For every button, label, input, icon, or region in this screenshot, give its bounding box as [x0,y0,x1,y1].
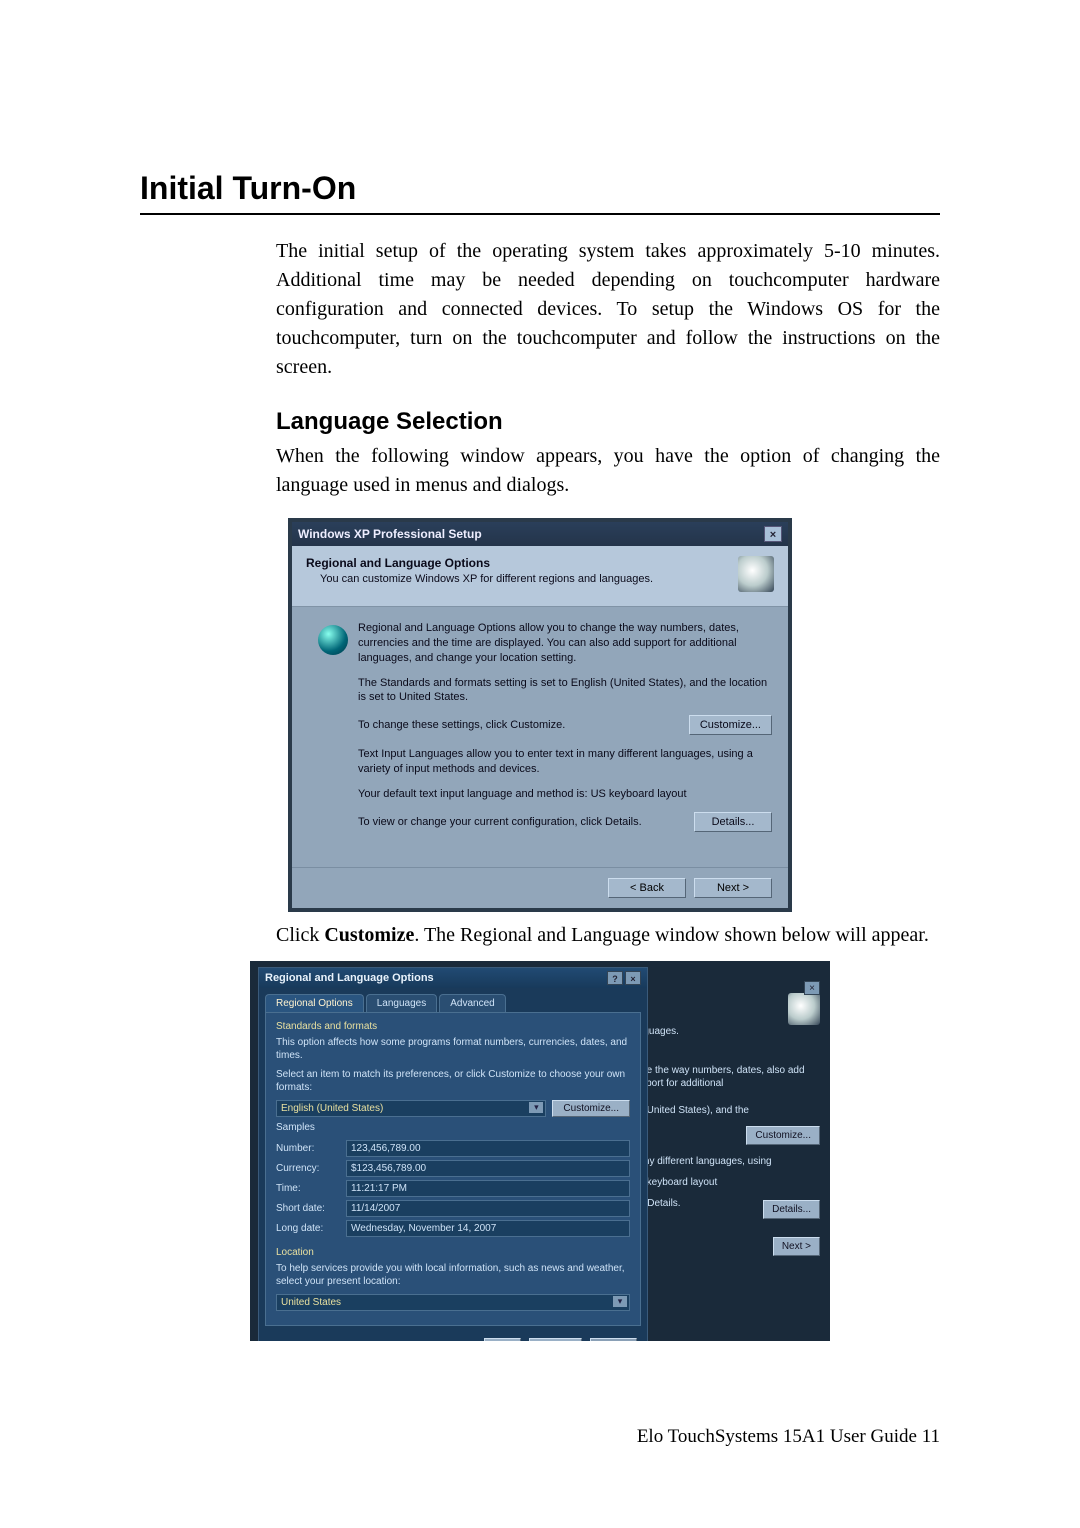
sample-label-time: Time: [276,1183,346,1194]
dialog-tabs: Regional Options Languages Advanced [259,988,647,1012]
close-icon[interactable]: × [764,526,782,542]
wizard-title: Windows XP Professional Setup [298,527,482,541]
screenshot-regional-options: × languages. ange the way numbers, dates… [250,961,830,1341]
intro-paragraph: The initial setup of the operating syste… [276,237,940,382]
dialog-body: Standards and formats This option affect… [265,1012,641,1326]
subsection-title: Language Selection [276,408,940,436]
back-text: sh (United States), and the [630,1104,820,1117]
next-button[interactable]: Next > [694,878,772,898]
section-title: Initial Turn-On [140,170,940,215]
tab-languages[interactable]: Languages [366,994,438,1012]
sample-value-long-date: Wednesday, November 14, 2007 [346,1220,630,1237]
details-button[interactable]: Details... [763,1200,820,1219]
dialog-title: Regional and Language Options [265,972,434,984]
wizard-text: Regional and Language Options allow you … [358,621,772,666]
customize-button[interactable]: Customize... [689,715,772,735]
back-button[interactable]: < Back [608,878,686,898]
location-combobox[interactable]: United States [276,1294,630,1311]
wizard-text: The Standards and formats setting is set… [358,676,772,706]
regional-options-icon [788,993,820,1025]
language-paragraph: When the following window appears, you h… [276,442,940,500]
wizard-text: Text Input Languages allow you to enter … [358,747,772,777]
sample-value-currency: $123,456,789.00 [346,1160,630,1177]
tab-advanced[interactable]: Advanced [439,994,505,1012]
wizard-footer: < Back Next > [292,867,788,908]
dialog-text: Select an item to match its preferences,… [276,1068,630,1094]
cancel-button[interactable]: Cancel [529,1338,582,1341]
apply-button[interactable]: Apply [590,1338,637,1341]
regional-options-icon [738,556,774,592]
sample-label-long-date: Long date: [276,1223,346,1234]
format-combobox[interactable]: English (United States) [276,1100,546,1117]
sample-label-currency: Currency: [276,1163,346,1174]
wizard-text: To change these settings, click Customiz… [358,719,565,731]
customize-button[interactable]: Customize... [552,1100,630,1117]
dialog-titlebar: Regional and Language Options ? × [259,968,647,988]
sample-label-short-date: Short date: [276,1203,346,1214]
back-text: languages. [630,1025,820,1038]
close-icon[interactable]: × [804,981,820,995]
wizard-text: Your default text input language and met… [358,787,772,802]
back-text: many different languages, using [630,1155,820,1168]
ok-button[interactable]: OK [484,1338,520,1341]
dialog-text: This option affects how some programs fo… [276,1036,630,1062]
sample-value-short-date: 11/14/2007 [346,1200,630,1217]
details-button[interactable]: Details... [694,812,772,832]
sample-value-time: 11:21:17 PM [346,1180,630,1197]
customize-button[interactable]: Customize... [746,1126,820,1145]
group-location: Location [276,1247,630,1258]
sample-label-number: Number: [276,1143,346,1154]
screenshot-xp-setup: Windows XP Professional Setup × Regional… [288,518,792,912]
instruction-line: Click Customize. The Regional and Langua… [276,924,940,947]
wizard-header-subtitle: You can customize Windows XP for differe… [320,573,730,585]
wizard-titlebar: Windows XP Professional Setup × [292,522,788,546]
wizard-text: To view or change your current configura… [358,816,642,828]
tab-regional-options[interactable]: Regional Options [265,994,364,1012]
back-wizard-partial: × languages. ange the way numbers, dates… [630,985,820,1256]
dialog-text: To help services provide you with local … [276,1262,630,1288]
back-text: US keyboard layout [630,1176,820,1189]
help-icon[interactable]: ? [607,971,623,985]
page-footer: Elo TouchSystems 15A1 User Guide 11 [637,1426,940,1448]
close-icon[interactable]: × [625,971,641,985]
group-standards-formats: Standards and formats [276,1021,630,1032]
sample-value-number: 123,456,789.00 [346,1140,630,1157]
dialog-footer: OK Cancel Apply [259,1332,647,1341]
next-button[interactable]: Next > [773,1237,820,1256]
wizard-header-title: Regional and Language Options [306,556,730,570]
back-text: ange the way numbers, dates, also add su… [630,1064,820,1090]
samples-label: Samples [276,1121,630,1134]
globe-icon [318,625,348,655]
wizard-header: Regional and Language Options You can cu… [292,546,788,607]
regional-options-dialog: Regional and Language Options ? × Region… [258,967,648,1341]
wizard-body: Regional and Language Options allow you … [292,607,788,867]
